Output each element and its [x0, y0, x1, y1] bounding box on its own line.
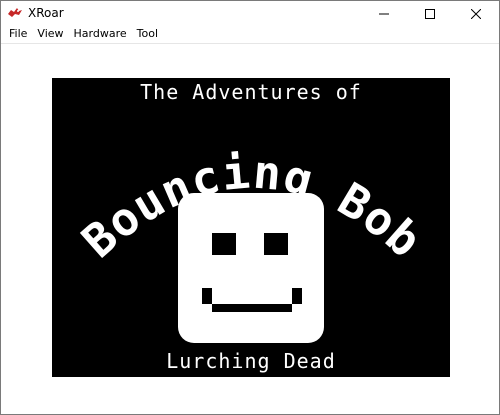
client-area: The Adventures of Bouncing Bob Lurching …: [1, 44, 499, 414]
menu-bar: File View Hardware Tool: [1, 25, 499, 44]
minimize-button[interactable]: [361, 1, 407, 25]
window-controls: [361, 1, 499, 25]
minimize-icon: [379, 4, 389, 23]
menu-hardware[interactable]: Hardware: [69, 25, 132, 43]
maximize-icon: [425, 4, 435, 23]
emulator-screen[interactable]: The Adventures of Bouncing Bob Lurching …: [52, 78, 450, 377]
maximize-button[interactable]: [407, 1, 453, 25]
menu-tool[interactable]: Tool: [132, 25, 163, 43]
menu-file[interactable]: File: [4, 25, 32, 43]
app-window: XRoar File View Hardware Tool The Advent…: [0, 0, 500, 415]
menu-view[interactable]: View: [32, 25, 68, 43]
title-bar[interactable]: XRoar: [1, 1, 499, 25]
heading-text: The Adventures of: [140, 80, 362, 104]
window-title: XRoar: [28, 6, 64, 20]
xroar-dragon-icon[interactable]: [7, 5, 23, 21]
close-icon: [470, 4, 482, 23]
game-title-screen: The Adventures of Bouncing Bob Lurching …: [72, 80, 432, 373]
close-button[interactable]: [453, 1, 499, 25]
smiley-face-icon: [178, 193, 324, 343]
subtitle-text: Lurching Dead: [166, 349, 336, 373]
